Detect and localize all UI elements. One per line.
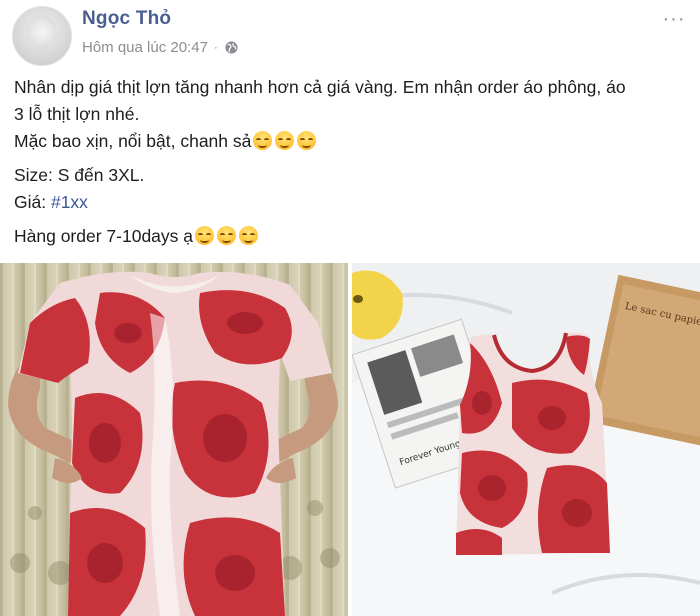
post-line-1: Nhân dịp giá thịt lợn tăng nhanh hơn cả … [14,77,626,97]
post-text: Nhân dịp giá thịt lợn tăng nhanh hơn cả … [14,74,690,250]
meat-tshirt-photo[interactable] [0,263,348,616]
relieved-emoji-icon [195,226,214,245]
globe-icon[interactable] [224,40,239,55]
post-line-3: Mặc bao xịn, nổi bật, chanh sả [14,128,690,155]
meat-tanktop-photo[interactable]: Forever Young Le sac cu papier [352,263,700,616]
post-order-line: Hàng order 7-10days ạ [14,223,690,250]
relieved-emoji-icon [253,131,273,150]
price-hashtag-link[interactable]: #1xx [51,192,88,212]
avatar-blur [27,15,57,49]
relieved-emoji-icon [239,226,258,245]
emoji-group-2 [195,226,258,245]
post-line-3-text: Mặc bao xịn, nổi bật, chanh sả [14,131,252,151]
meta-separator: · [213,40,218,54]
price-label: Giá: [14,192,51,212]
post-timestamp[interactable]: Hôm qua lúc 20:47 [82,39,208,56]
relieved-emoji-icon [217,226,236,245]
more-options-icon[interactable]: ··· [658,8,690,30]
post-price-line: Giá: #1xx [14,189,690,216]
emoji-group-1 [253,131,317,150]
post-size-line: Size: S đến 3XL. [14,165,145,185]
post-meta: Hôm qua lúc 20:47 · [82,38,239,56]
facebook-post: Ngọc Thỏ Hôm qua lúc 20:47 · ··· Nhân dị… [0,0,700,616]
post-line-2: 3 lỗ thịt lợn nhé. [14,104,140,124]
author-name[interactable]: Ngọc Thỏ [82,8,171,30]
post-order-text: Hàng order 7-10days ạ [14,226,193,246]
author-avatar[interactable] [12,6,72,66]
relieved-emoji-icon [297,131,317,150]
relieved-emoji-icon [275,131,295,150]
